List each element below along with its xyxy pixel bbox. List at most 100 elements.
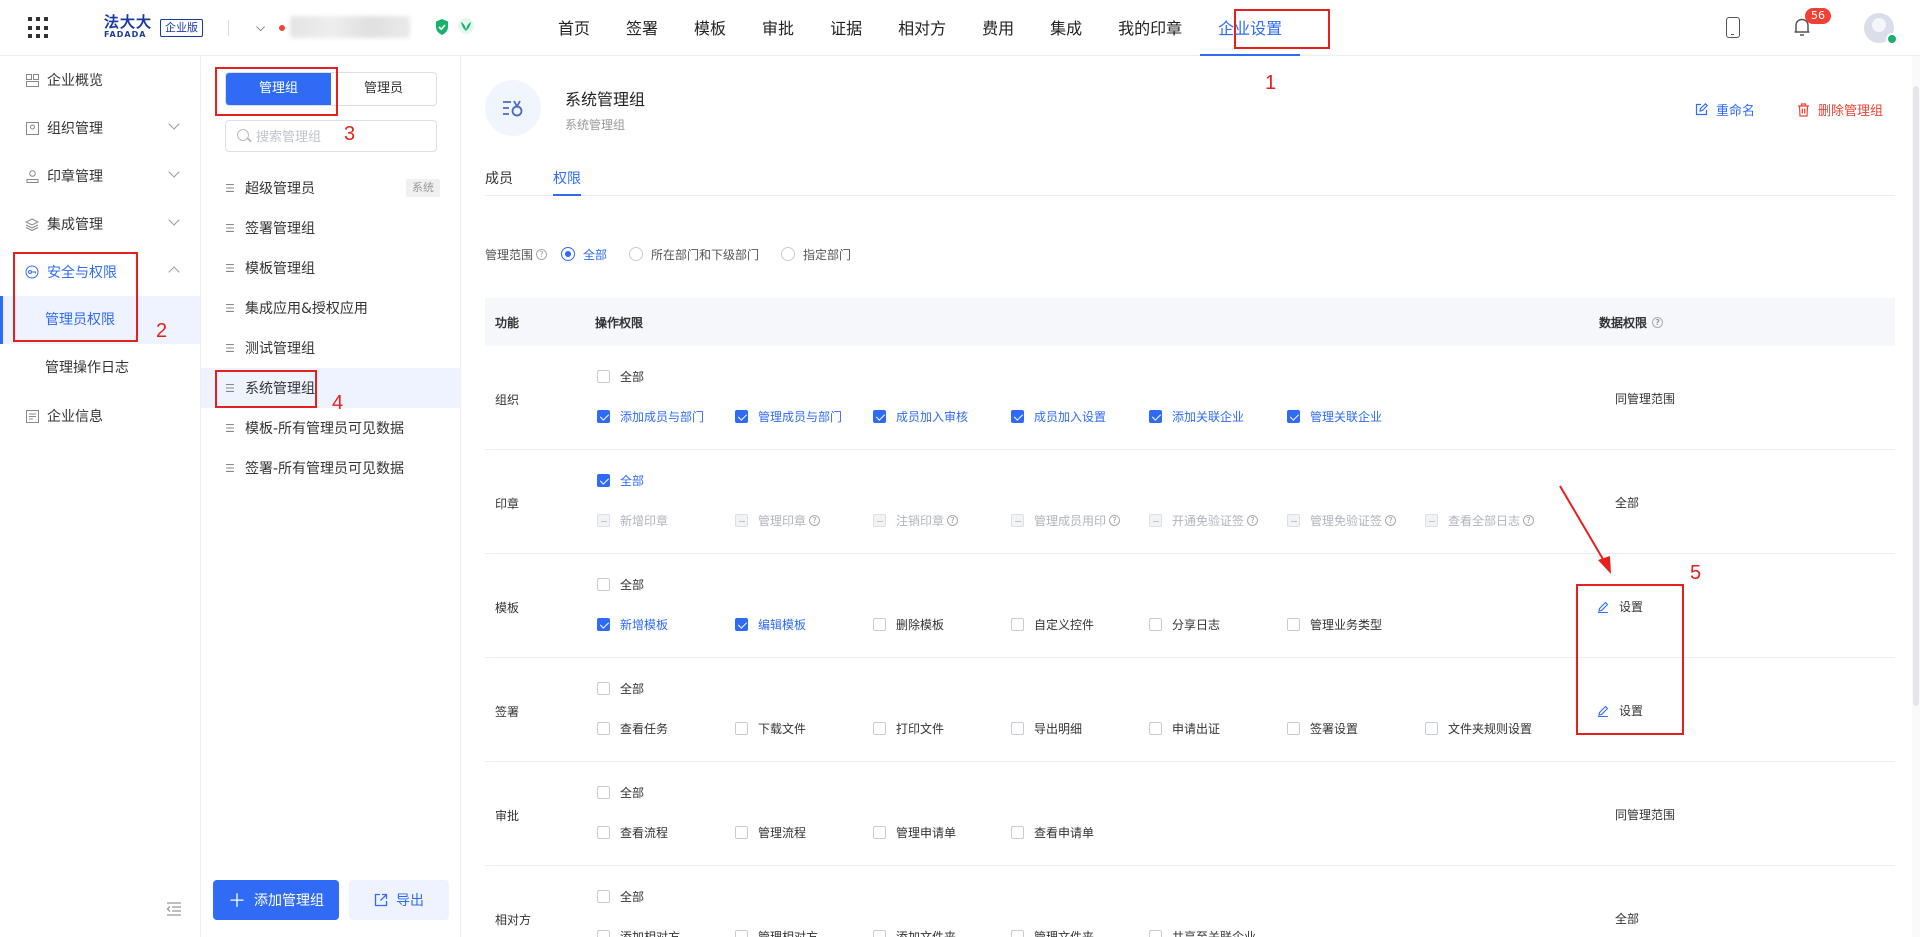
permission-checkbox[interactable]: 管理流程 [735,824,873,841]
help-icon[interactable]: ? [809,515,821,526]
checkbox[interactable] [597,618,610,631]
permission-checkbox[interactable]: 分享日志 [1149,616,1287,633]
checkbox-all[interactable]: 全部 [597,472,644,489]
checkbox[interactable] [873,722,886,735]
permission-checkbox[interactable]: 导出明细 [1011,720,1149,737]
toggle-admins[interactable]: 管理员 [331,73,436,105]
sidebar-subitem-admin-permissions[interactable]: 管理员权限 [0,296,200,344]
checkbox[interactable] [597,474,610,487]
scrollbar-thumb[interactable] [1913,86,1919,706]
group-item[interactable]: ☰ 超级管理员 系统 [201,168,460,208]
nav-counterparty[interactable]: 相对方 [880,0,964,56]
checkbox[interactable] [1287,410,1300,423]
apps-grid-icon[interactable] [28,17,50,39]
help-icon[interactable]: ? [1109,515,1121,526]
sidebar-item-seal[interactable]: 印章管理 [0,152,200,200]
nav-enterprise-settings[interactable]: 企业设置 [1200,0,1301,56]
radio-scope-specified[interactable] [781,247,796,261]
permission-checkbox[interactable]: 管理关联企业 [1287,408,1425,425]
nav-integration[interactable]: 集成 [1032,0,1100,56]
help-icon[interactable]: ? [947,515,959,526]
help-icon[interactable]: ? [1523,515,1535,526]
permission-checkbox[interactable]: 添加文件夹 [873,928,1011,937]
export-button[interactable]: 导出 [349,880,449,920]
checkbox[interactable] [873,618,886,631]
permission-checkbox[interactable]: 添加相对方 [597,928,735,937]
help-icon[interactable]: ? [1652,317,1664,328]
checkbox[interactable] [597,786,610,799]
radio-scope-dept[interactable] [629,247,644,261]
permission-checkbox[interactable]: 成员加入审核 [873,408,1011,425]
checkbox[interactable] [1425,722,1438,735]
group-item[interactable]: ☰ 签署管理组 [201,208,460,248]
permission-checkbox[interactable]: 查看任务 [597,720,735,737]
permission-checkbox[interactable]: 管理申请单 [873,824,1011,841]
checkbox[interactable] [597,722,610,735]
tab-permissions[interactable]: 权限 [553,168,581,196]
checkbox[interactable] [1011,618,1024,631]
checkbox[interactable] [1149,618,1162,631]
group-item-selected[interactable]: ☰ 系统管理组 [201,368,460,408]
permission-checkbox[interactable]: 成员加入设置 [1011,408,1149,425]
permission-checkbox[interactable]: 自定义控件 [1011,616,1149,633]
checkbox[interactable] [597,826,610,839]
checkbox-all[interactable]: 全部 [597,368,644,385]
checkbox[interactable] [597,890,610,903]
data-permission-setting-button[interactable]: 设置 [1597,598,1643,615]
permission-checkbox[interactable]: 添加关联企业 [1149,408,1287,425]
checkbox[interactable] [597,370,610,383]
checkbox[interactable] [1011,930,1024,937]
permission-checkbox[interactable]: 共享至关联企业 [1149,928,1287,937]
permission-checkbox[interactable]: 添加成员与部门 [597,408,735,425]
checkbox[interactable] [1011,826,1024,839]
checkbox[interactable] [735,826,748,839]
checkbox[interactable] [735,410,748,423]
permission-checkbox[interactable]: 下载文件 [735,720,873,737]
chevron-down-icon[interactable]: ⌵ [256,20,265,35]
group-item[interactable]: ☰ 模板管理组 [201,248,460,288]
checkbox[interactable] [1011,722,1024,735]
checkbox[interactable] [735,722,748,735]
nav-evidence[interactable]: 证据 [812,0,880,56]
sidebar-item-integration[interactable]: 集成管理 [0,200,200,248]
permission-checkbox[interactable]: 打印文件 [873,720,1011,737]
mobile-icon[interactable] [1726,17,1740,38]
logo[interactable]: 法大大 FADADA [104,14,154,42]
add-group-button[interactable]: ＋ 添加管理组 [213,880,339,920]
collapse-sidebar-icon[interactable] [166,902,182,916]
group-item[interactable]: ☰ 签署-所有管理员可见数据 [201,448,460,488]
checkbox[interactable] [1011,410,1024,423]
permission-checkbox[interactable]: 管理业务类型 [1287,616,1425,633]
checkbox[interactable] [597,578,610,591]
permission-checkbox[interactable]: 文件夹规则设置 [1425,720,1563,737]
permission-checkbox[interactable]: 申请出证 [1149,720,1287,737]
permission-checkbox[interactable]: 删除模板 [873,616,1011,633]
checkbox[interactable] [1149,410,1162,423]
checkbox[interactable] [597,930,610,937]
checkbox[interactable] [597,682,610,695]
nav-home[interactable]: 首页 [540,0,608,56]
radio-scope-all[interactable] [561,247,576,261]
group-item[interactable]: ☰ 模板-所有管理员可见数据 [201,408,460,448]
permission-checkbox[interactable]: 查看申请单 [1011,824,1149,841]
sidebar-subitem-operation-log[interactable]: 管理操作日志 [0,344,200,392]
checkbox[interactable] [1149,722,1162,735]
sidebar-item-enterprise-info[interactable]: 企业信息 [0,392,200,440]
permission-checkbox[interactable]: 编辑模板 [735,616,873,633]
sidebar-item-overview[interactable]: 企业概览 [0,56,200,104]
checkbox-all[interactable]: 全部 [597,576,644,593]
group-search-input[interactable] [225,120,437,152]
permission-checkbox[interactable]: 查看流程 [597,824,735,841]
nav-my-seals[interactable]: 我的印章 [1100,0,1200,56]
checkbox[interactable] [597,410,610,423]
help-icon[interactable]: ? [1247,515,1259,526]
permission-checkbox[interactable]: 管理成员与部门 [735,408,873,425]
data-permission-setting-button[interactable]: 设置 [1597,702,1643,719]
group-item[interactable]: ☰ 测试管理组 [201,328,460,368]
checkbox[interactable] [873,930,886,937]
nav-sign[interactable]: 签署 [608,0,676,56]
sidebar-item-security[interactable]: 安全与权限 [0,248,200,296]
checkbox[interactable] [1149,930,1162,937]
permission-checkbox[interactable]: 管理相对方 [735,928,873,937]
checkbox[interactable] [735,930,748,937]
